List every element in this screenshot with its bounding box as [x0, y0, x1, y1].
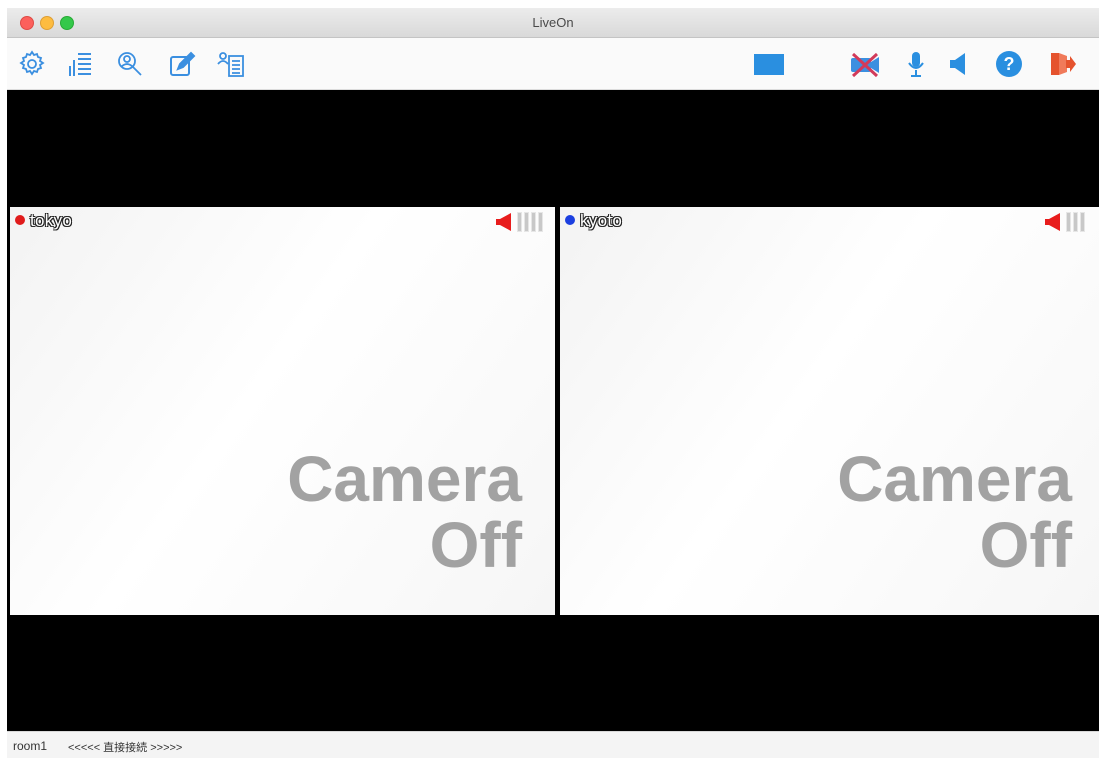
speaker-icon — [496, 213, 511, 231]
bottom-video-area — [7, 617, 1099, 731]
connection-status: <<<<< 直接接続 >>>>> — [68, 742, 183, 754]
edit-button[interactable] — [166, 48, 198, 80]
camera-off-label: Camera Off — [287, 443, 522, 581]
settings-button[interactable] — [16, 48, 48, 80]
microphone-icon — [908, 52, 924, 77]
volume-indicator — [1043, 212, 1085, 232]
camera-off-icon — [851, 52, 879, 78]
title-bar: LiveOn — [7, 8, 1099, 38]
participant-status-dot — [565, 215, 575, 225]
liveon-window: LiveOn ? tokyo Camera Off kyoto Camera O… — [7, 8, 1099, 758]
speaker-button[interactable] — [943, 48, 975, 80]
user-list-icon — [217, 52, 244, 77]
volume-level-bars — [517, 212, 543, 232]
exit-button[interactable] — [1046, 48, 1078, 80]
help-button[interactable]: ? — [993, 48, 1025, 80]
svg-text:?: ? — [1004, 54, 1015, 74]
user-search-icon — [118, 52, 142, 76]
volume-level-bars — [1066, 212, 1085, 232]
participant-status-dot — [15, 215, 25, 225]
edit-note-icon — [170, 51, 196, 76]
toolbar: ? — [7, 38, 1099, 90]
search-user-button[interactable] — [114, 48, 146, 80]
video-pane-tokyo[interactable]: tokyo Camera Off — [10, 207, 555, 615]
camera-off-label: Camera Off — [837, 443, 1072, 581]
window-title: LiveOn — [532, 15, 574, 30]
screen-share-icon — [754, 54, 784, 75]
video-pane-kyoto[interactable]: kyoto Camera Off — [560, 207, 1099, 615]
speaker-icon — [950, 53, 965, 75]
room-name: room1 — [13, 739, 48, 753]
screen-share-button[interactable] — [753, 48, 785, 80]
microphone-button[interactable] — [900, 48, 932, 80]
exit-icon — [1051, 53, 1076, 75]
video-grid: tokyo Camera Off kyoto Camera Off — [7, 205, 1099, 617]
stats-list-icon — [69, 53, 91, 76]
speaker-icon — [1045, 213, 1060, 231]
help-icon: ? — [996, 51, 1022, 77]
stats-button[interactable] — [64, 48, 96, 80]
participant-name: tokyo — [30, 211, 73, 230]
status-bar: room1 <<<<< 直接接続 >>>>> — [7, 731, 1099, 758]
camera-toggle-button[interactable] — [849, 48, 881, 80]
user-list-button[interactable] — [216, 48, 248, 80]
gear-icon — [19, 50, 45, 76]
volume-indicator — [494, 212, 543, 232]
top-video-area — [7, 90, 1099, 205]
participant-name: kyoto — [580, 211, 623, 230]
